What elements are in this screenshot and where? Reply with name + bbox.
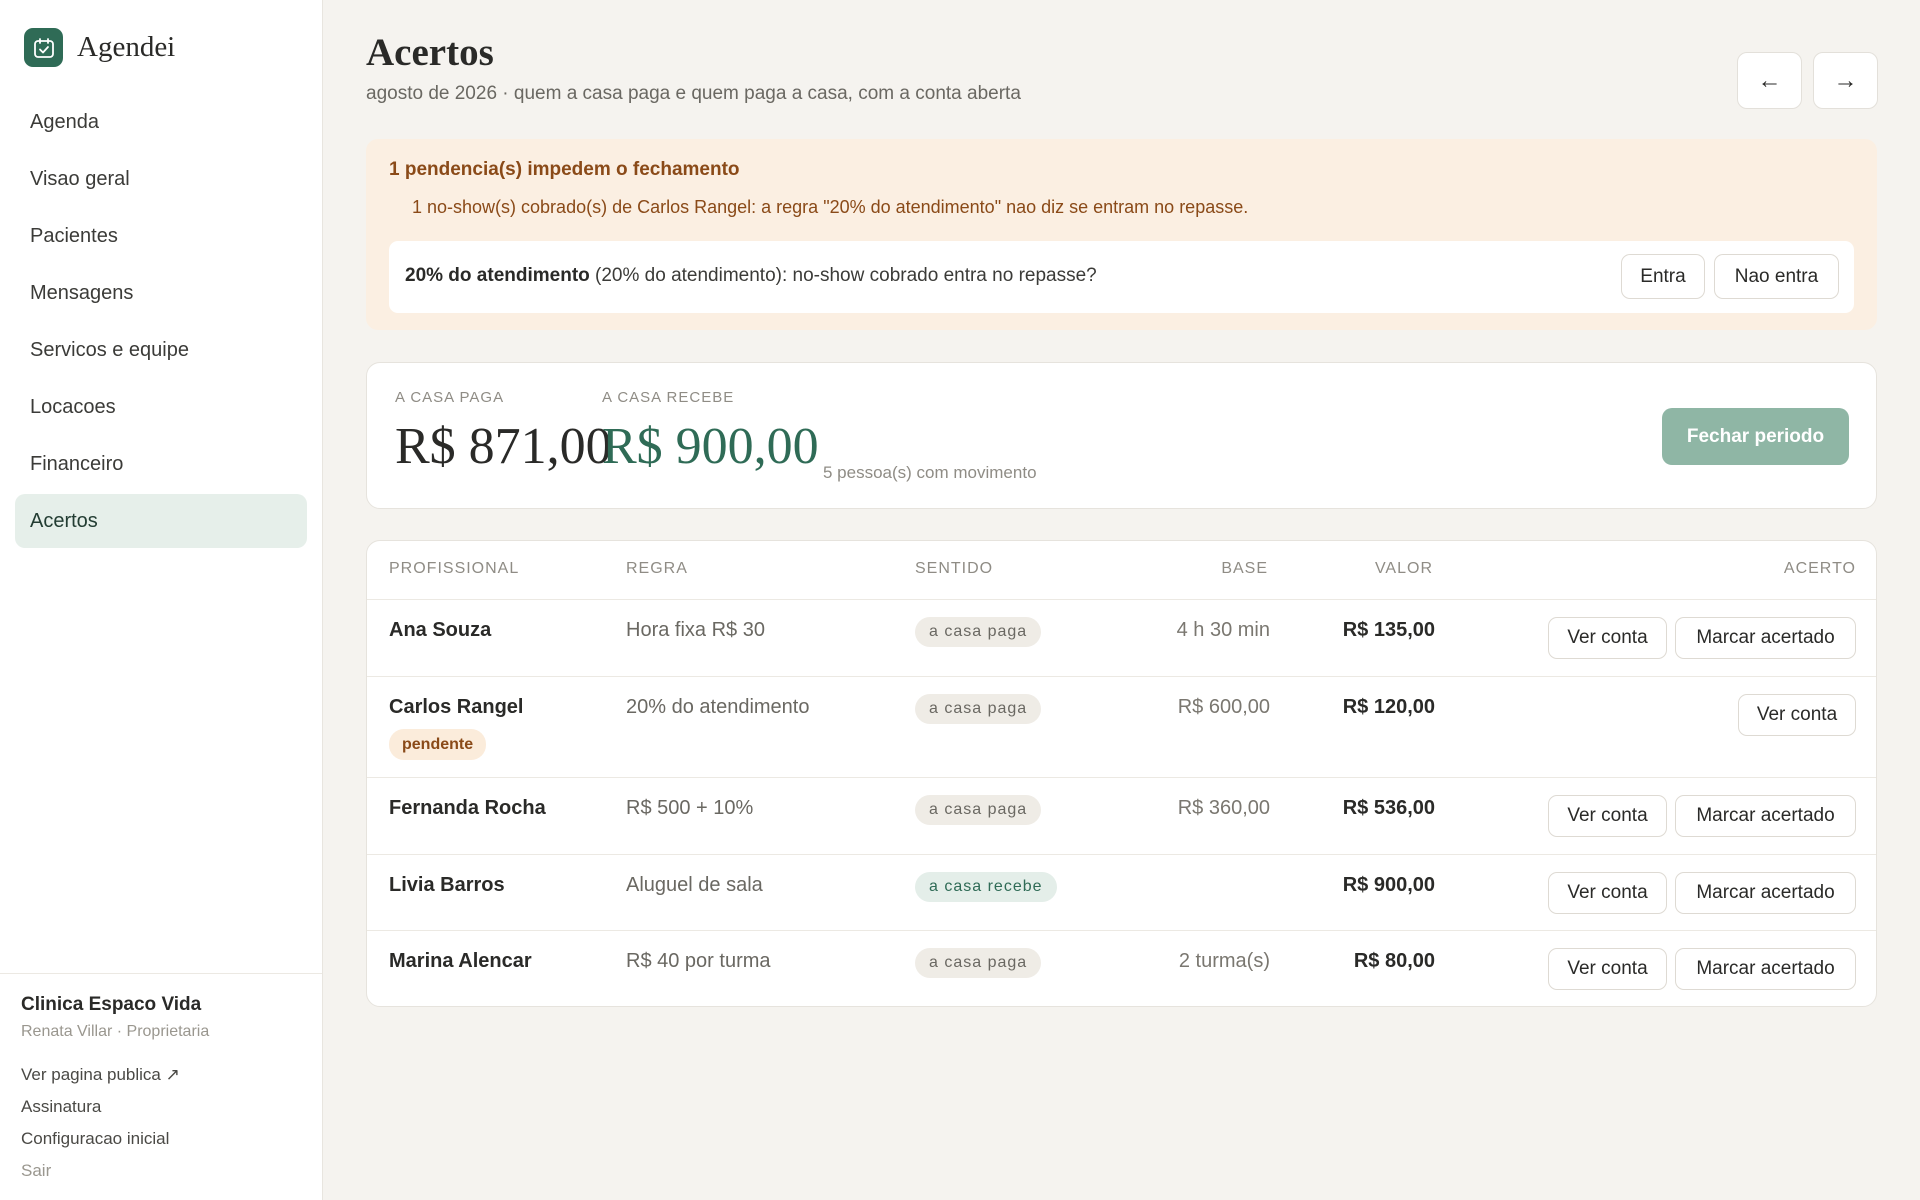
brand[interactable]: Agendei: [24, 28, 175, 67]
people-count: 5 pessoa(s) com movimento: [823, 463, 1037, 482]
summary-card: A CASA PAGA R$ 871,00 A CASA RECEBE R$ 9…: [366, 362, 1877, 509]
alert-title: 1 pendencia(s) impedem o fechamento: [389, 159, 740, 180]
sidebar: Agendei Agenda Visao geral Pacientes Men…: [0, 0, 323, 1200]
initial-setup-link[interactable]: Configuracao inicial: [21, 1123, 322, 1155]
value: R$ 120,00: [1342, 696, 1435, 718]
next-period-button[interactable]: →: [1813, 52, 1878, 109]
logout-link[interactable]: Sair: [21, 1155, 322, 1187]
mark-settled-button[interactable]: Marcar acertado: [1675, 795, 1856, 837]
view-account-button[interactable]: Ver conta: [1738, 694, 1856, 736]
view-account-button[interactable]: Ver conta: [1548, 795, 1667, 837]
value: R$ 135,00: [1342, 619, 1435, 641]
brand-name: Agendei: [77, 31, 176, 63]
rule: Hora fixa R$ 30: [626, 619, 765, 641]
direction-badge: a casa paga: [915, 694, 1042, 724]
professional-name: Ana Souza: [389, 619, 492, 641]
sidebar-item-acertos[interactable]: Acertos: [15, 494, 307, 548]
rule: R$ 40 por turma: [626, 950, 771, 972]
receives-value: R$ 900,00: [602, 418, 819, 475]
alert-question-rule: 20% do atendimento: [405, 265, 590, 286]
column-header-profissional: PROFISSIONAL: [389, 560, 520, 577]
value: R$ 536,00: [1342, 797, 1435, 819]
base: 4 h 30 min: [1176, 619, 1270, 641]
column-header-acerto: ACERTO: [1783, 560, 1856, 577]
sidebar-item-financeiro[interactable]: Financeiro: [15, 437, 307, 491]
sidebar-item-mensagens[interactable]: Mensagens: [15, 266, 307, 320]
alert-question-box: 20% do atendimento (20% do atendimento):…: [389, 241, 1854, 313]
rule: 20% do atendimento: [626, 696, 810, 718]
rule: Aluguel de sala: [626, 874, 763, 896]
view-account-button[interactable]: Ver conta: [1548, 948, 1667, 990]
column-header-base: BASE: [1221, 560, 1268, 577]
direction-badge: a casa paga: [915, 617, 1042, 647]
column-header-sentido: SENTIDO: [915, 560, 994, 577]
pending-alert: 1 pendencia(s) impedem o fechamento 1 no…: [366, 139, 1877, 330]
public-page-link[interactable]: Ver pagina publica ↗: [21, 1059, 322, 1091]
settlements-table: PROFISSIONAL REGRA SENTIDO BASE VALOR AC…: [366, 540, 1877, 1007]
professional-name: Fernanda Rocha: [389, 797, 546, 819]
alert-message: 1 no-show(s) cobrado(s) de Carlos Rangel…: [412, 197, 1249, 217]
subscription-link[interactable]: Assinatura: [21, 1091, 322, 1123]
sidebar-item-pacientes[interactable]: Pacientes: [15, 209, 307, 263]
column-header-valor: VALOR: [1374, 560, 1433, 577]
rule: R$ 500 + 10%: [626, 797, 754, 819]
receives-label: A CASA RECEBE: [602, 389, 735, 406]
base: R$ 600,00: [1177, 696, 1270, 718]
alert-question-text: (20% do atendimento): no-show cobrado en…: [589, 265, 1097, 286]
previous-period-button[interactable]: ←: [1737, 52, 1802, 109]
pending-badge: pendente: [389, 729, 487, 760]
professional-name: Carlos Rangel: [389, 696, 524, 718]
sidebar-item-agenda[interactable]: Agenda: [15, 95, 307, 149]
professional-name: Marina Alencar: [389, 950, 532, 972]
table-row: Livia Barros Aluguel de sala a casa rece…: [367, 854, 1876, 930]
table-row: Carlos Rangel pendente 20% do atendiment…: [367, 676, 1876, 777]
column-header-regra: REGRA: [626, 560, 688, 577]
page-title: Acertos: [366, 31, 494, 74]
include-button[interactable]: Entra: [1621, 254, 1705, 299]
exclude-button[interactable]: Nao entra: [1714, 254, 1839, 299]
page-subtitle: agosto de 2026 · quem a casa paga e quem…: [366, 83, 1021, 104]
value: R$ 900,00: [1342, 874, 1435, 896]
mark-settled-button[interactable]: Marcar acertado: [1675, 617, 1856, 659]
professional-name: Livia Barros: [389, 874, 505, 896]
sidebar-item-visao-geral[interactable]: Visao geral: [15, 152, 307, 206]
calendar-check-icon: [24, 28, 63, 67]
sidebar-nav: Agenda Visao geral Pacientes Mensagens S…: [15, 95, 307, 551]
table-row: Marina Alencar R$ 40 por turma a casa pa…: [367, 930, 1876, 1006]
direction-badge: a casa paga: [915, 948, 1042, 978]
alert-question: 20% do atendimento (20% do atendimento):…: [405, 265, 1097, 287]
pays-value: R$ 871,00: [395, 418, 612, 475]
sidebar-item-locacoes[interactable]: Locacoes: [15, 380, 307, 434]
base: 2 turma(s): [1178, 950, 1270, 972]
user-role: Renata Villar · Proprietaria: [21, 1023, 210, 1040]
table-row: Fernanda Rocha R$ 500 + 10% a casa paga …: [367, 777, 1876, 854]
value: R$ 80,00: [1353, 950, 1435, 972]
view-account-button[interactable]: Ver conta: [1548, 617, 1667, 659]
close-period-button[interactable]: Fechar periodo: [1662, 408, 1849, 465]
mark-settled-button[interactable]: Marcar acertado: [1675, 872, 1856, 914]
direction-badge: a casa recebe: [915, 872, 1057, 902]
table-row: Ana Souza Hora fixa R$ 30 a casa paga 4 …: [367, 599, 1876, 676]
view-account-button[interactable]: Ver conta: [1548, 872, 1667, 914]
sidebar-footer: Clinica Espaco Vida Renata Villar · Prop…: [0, 973, 322, 1187]
sidebar-item-servicos-e-equipe[interactable]: Servicos e equipe: [15, 323, 307, 377]
direction-badge: a casa paga: [915, 795, 1042, 825]
pays-label: A CASA PAGA: [395, 389, 505, 406]
base: R$ 360,00: [1177, 797, 1270, 819]
clinic-name: Clinica Espaco Vida: [21, 994, 202, 1015]
mark-settled-button[interactable]: Marcar acertado: [1675, 948, 1856, 990]
